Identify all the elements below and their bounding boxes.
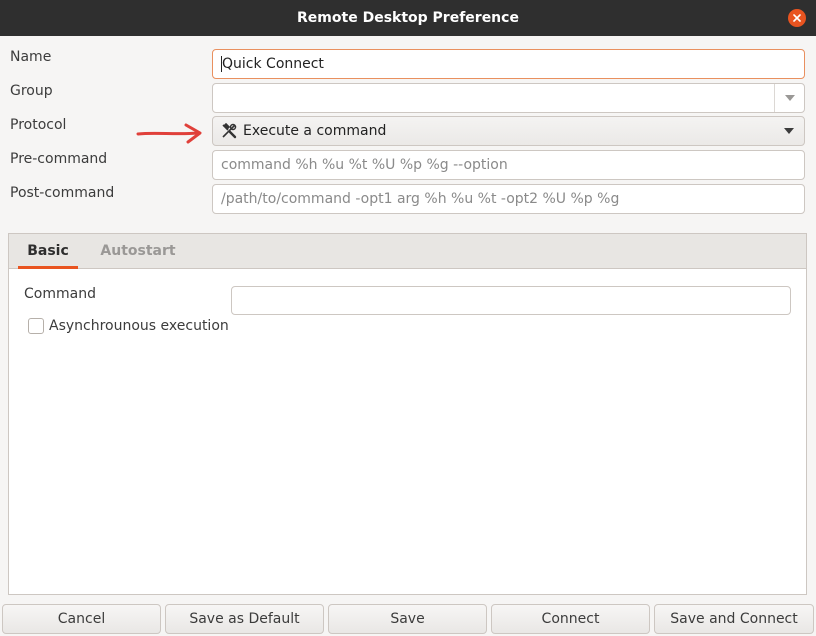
group-dropdown-button[interactable] <box>774 84 804 112</box>
tab-bar: Basic Autostart <box>9 234 806 269</box>
async-execution-checkbox[interactable] <box>28 318 44 334</box>
protocol-select[interactable]: Execute a command <box>212 116 805 146</box>
precommand-placeholder: command %h %u %t %U %p %g --option <box>221 157 508 173</box>
postcommand-input[interactable]: /path/to/command -opt1 arg %h %u %t -opt… <box>212 184 805 214</box>
chevron-down-icon <box>784 95 795 101</box>
name-label: Name <box>10 49 52 65</box>
async-execution-row[interactable]: Asynchrounous execution <box>28 318 229 334</box>
settings-notebook: Basic Autostart Command Asynchrounous ex… <box>8 233 807 595</box>
postcommand-label: Post-command <box>10 185 115 201</box>
group-combo-input[interactable] <box>212 83 805 113</box>
cancel-button[interactable]: Cancel <box>2 604 161 634</box>
tools-icon <box>222 123 237 139</box>
close-icon <box>793 14 801 22</box>
name-input[interactable]: Quick Connect <box>212 49 805 79</box>
async-execution-label: Asynchrounous execution <box>49 318 229 334</box>
command-label: Command <box>24 286 96 302</box>
tab-basic[interactable]: Basic <box>18 234 78 269</box>
precommand-label: Pre-command <box>10 151 108 167</box>
annotation-arrow-icon <box>136 123 202 144</box>
window-title: Remote Desktop Preference <box>297 10 519 26</box>
tab-autostart[interactable]: Autostart <box>93 234 183 269</box>
command-input[interactable] <box>231 286 791 315</box>
window-titlebar: Remote Desktop Preference <box>0 0 816 36</box>
postcommand-placeholder: /path/to/command -opt1 arg %h %u %t -opt… <box>221 191 620 207</box>
save-as-default-button[interactable]: Save as Default <box>165 604 324 634</box>
group-label: Group <box>10 83 53 99</box>
precommand-input[interactable]: command %h %u %t %U %p %g --option <box>212 150 805 180</box>
save-button[interactable]: Save <box>328 604 487 634</box>
connect-button[interactable]: Connect <box>491 604 650 634</box>
name-value: Quick Connect <box>222 56 324 72</box>
save-and-connect-button[interactable]: Save and Connect <box>654 604 814 634</box>
protocol-value: Execute a command <box>243 123 387 139</box>
protocol-label: Protocol <box>10 117 67 133</box>
close-button[interactable] <box>788 9 806 27</box>
chevron-down-icon <box>784 128 794 134</box>
